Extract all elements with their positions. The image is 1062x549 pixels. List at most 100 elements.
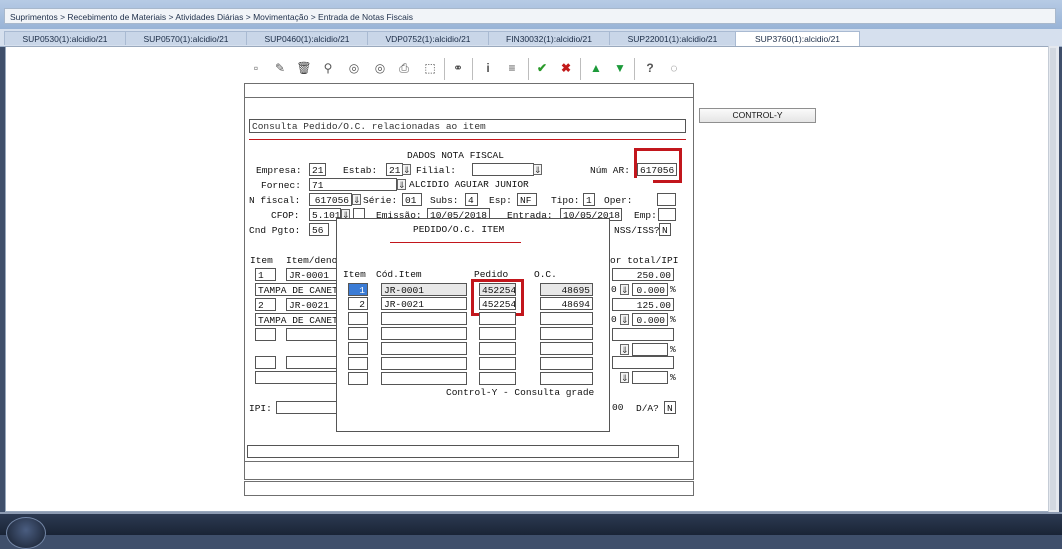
grid-row1-code[interactable]: JR-0001 — [286, 268, 338, 281]
grid-row1-total[interactable]: 250.00 — [612, 268, 674, 281]
grid-row3-ipi-dropdown-icon[interactable]: ⇓ — [620, 344, 629, 355]
tab-sup0570[interactable]: SUP0570(1):alcidio/21 — [125, 31, 247, 45]
grid-row3-item[interactable] — [255, 328, 276, 341]
filial-field[interactable] — [472, 163, 534, 176]
popup-row3-cod[interactable] — [381, 312, 467, 325]
popup-row3-oc[interactable] — [540, 312, 593, 325]
tab-sup0460[interactable]: SUP0460(1):alcidio/21 — [246, 31, 368, 45]
serie-field[interactable]: 01 — [402, 193, 422, 206]
grid-row4-ipi-dropdown-icon[interactable]: ⇓ — [620, 372, 629, 383]
popup-row1-item[interactable]: 1 — [348, 283, 368, 296]
popup-row4-item[interactable] — [348, 327, 368, 340]
popup-row5-item[interactable] — [348, 342, 368, 355]
popup-row1-oc[interactable]: 48695 — [540, 283, 593, 296]
popup-row7-item[interactable] — [348, 372, 368, 385]
pedido-oc-popup — [336, 218, 610, 432]
popup-row7-pedido[interactable] — [479, 372, 516, 385]
find-icon[interactable]: ⚭ — [450, 59, 466, 77]
grid-row2-ipi-dropdown-icon[interactable]: ⇓ — [620, 314, 629, 325]
tipo-field[interactable]: 1 — [583, 193, 595, 206]
export-icon[interactable]: ⬚ — [422, 59, 438, 77]
popup-row6-pedido[interactable] — [479, 357, 516, 370]
empresa-field[interactable]: 21 — [309, 163, 326, 176]
grid-row1-ipi[interactable]: 0.000 — [632, 283, 668, 296]
grid-row1-item[interactable]: 1 — [255, 268, 276, 281]
oper-field[interactable] — [657, 193, 676, 206]
da-field[interactable]: N — [664, 401, 676, 414]
popup-row6-item[interactable] — [348, 357, 368, 370]
grid-row2-code[interactable]: JR-0021 — [286, 298, 338, 311]
serie-label: Série: — [363, 195, 398, 206]
list-icon[interactable]: ≡ — [504, 59, 520, 77]
popup-row2-oc[interactable]: 48694 — [540, 297, 593, 310]
fornec-dropdown-icon[interactable]: ⇓ — [397, 179, 406, 190]
grid-row3-code[interactable] — [286, 328, 338, 341]
popup-row7-cod[interactable] — [381, 372, 467, 385]
popup-row2-cod[interactable]: JR-0021 — [381, 297, 467, 310]
tab-vdp0752[interactable]: VDP0752(1):alcidio/21 — [367, 31, 489, 45]
popup-row6-oc[interactable] — [540, 357, 593, 370]
filial-dropdown-icon[interactable]: ⇓ — [533, 164, 542, 175]
grid-row4-total[interactable] — [612, 356, 674, 369]
nss-field[interactable]: N — [659, 223, 671, 236]
grid-row4-ipi[interactable] — [632, 371, 668, 384]
start-orb-icon[interactable] — [6, 517, 46, 549]
popup-row2-item[interactable]: 2 — [348, 297, 368, 310]
popup-row5-oc[interactable] — [540, 342, 593, 355]
grid-row2-total[interactable]: 125.00 — [612, 298, 674, 311]
tab-sup0530[interactable]: SUP0530(1):alcidio/21 — [4, 31, 126, 45]
scrollbar-thumb[interactable] — [1050, 48, 1056, 510]
estab-field[interactable]: 21 — [386, 163, 403, 176]
popup-row3-pedido[interactable] — [479, 312, 516, 325]
tab-fin30032[interactable]: FIN30032(1):alcidio/21 — [488, 31, 610, 45]
previous-icon[interactable]: ◎ — [346, 59, 362, 77]
grid-row4-item[interactable] — [255, 356, 276, 369]
grid-row3-total[interactable] — [612, 328, 674, 341]
grid-row2-ipi[interactable]: 0.000 — [632, 313, 668, 326]
popup-row7-oc[interactable] — [540, 372, 593, 385]
popup-row3-item[interactable] — [348, 312, 368, 325]
tab-sup22001[interactable]: SUP22001(1):alcidio/21 — [609, 31, 736, 45]
popup-row5-pedido[interactable] — [479, 342, 516, 355]
subs-field[interactable]: 4 — [465, 193, 478, 206]
cndpgto-field[interactable]: 56 — [309, 223, 329, 236]
print-icon[interactable]: ⎙ — [396, 59, 412, 77]
grid-row2-desc[interactable]: TAMPA DE CANETA — [255, 313, 338, 326]
grid-row1-desc[interactable]: TAMPA DE CANETA — [255, 283, 338, 296]
chat-icon[interactable]: ◌ — [666, 59, 682, 77]
estab-dropdown-icon[interactable]: ⇓ — [402, 164, 411, 175]
popup-row6-cod[interactable] — [381, 357, 467, 370]
grid-row1-ipi-dropdown-icon[interactable]: ⇓ — [620, 284, 629, 295]
search-icon[interactable]: ⚲ — [320, 59, 336, 77]
next-icon[interactable]: ◎ — [372, 59, 388, 77]
emp-field[interactable] — [658, 208, 676, 221]
new-icon[interactable]: ▫ — [248, 59, 264, 77]
nfiscal-field[interactable]: 617056 — [309, 193, 352, 206]
popup-row4-cod[interactable] — [381, 327, 467, 340]
up-icon[interactable]: ▲ — [588, 59, 604, 77]
esp-field[interactable]: NF — [517, 193, 537, 206]
fornec-field[interactable]: 71 — [309, 178, 397, 191]
grid-row3-pct: % — [670, 344, 676, 355]
delete-icon[interactable]: 🗑 — [296, 59, 312, 77]
nfiscal-dropdown-icon[interactable]: ⇓ — [352, 194, 361, 205]
help-icon[interactable]: ? — [642, 59, 658, 77]
confirm-icon[interactable]: ✔ — [534, 59, 550, 77]
popup-row5-cod[interactable] — [381, 342, 467, 355]
grid-row3-ipi[interactable] — [632, 343, 668, 356]
info-icon[interactable]: i — [480, 59, 496, 77]
grid-row2-item[interactable]: 2 — [255, 298, 276, 311]
control-y-button[interactable]: CONTROL-Y — [699, 108, 816, 123]
tab-sup3760[interactable]: SUP3760(1):alcidio/21 — [735, 31, 860, 47]
grid-row4-code[interactable] — [286, 356, 338, 369]
fornec-name-field: ALCIDIO AGUIAR JUNIOR — [407, 178, 653, 191]
ipi-field[interactable] — [276, 401, 338, 414]
cancel-icon[interactable]: ✖ — [558, 59, 574, 77]
popup-row4-pedido[interactable] — [479, 327, 516, 340]
down-icon[interactable]: ▼ — [612, 59, 628, 77]
popup-row4-oc[interactable] — [540, 327, 593, 340]
popup-row1-cod[interactable]: JR-0001 — [381, 283, 467, 296]
popup-col-item: Item — [343, 269, 366, 280]
edit-icon[interactable]: ✎ — [272, 59, 288, 77]
grid-row4-desc[interactable] — [255, 371, 338, 384]
